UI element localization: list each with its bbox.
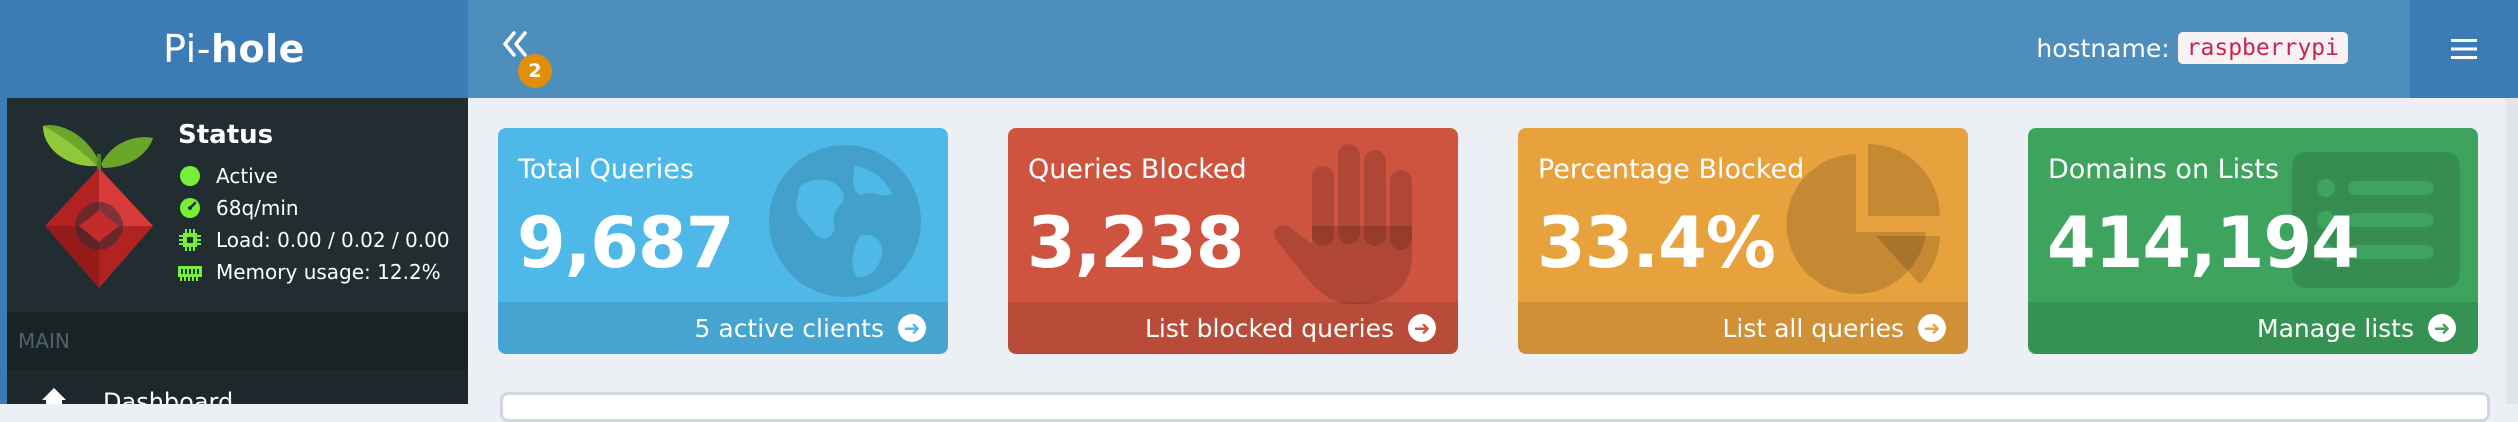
arrow-circle-right-icon: ➜ bbox=[898, 314, 926, 342]
card-footer-text: List blocked queries bbox=[1144, 313, 1394, 343]
home-icon bbox=[41, 386, 67, 404]
sidebar: Status Active 68q/min Load: 0.00 / 0.02 … bbox=[0, 98, 468, 404]
pihole-logo-icon bbox=[43, 125, 153, 288]
brand-prefix: Pi- bbox=[163, 27, 211, 71]
hostname-value: raspberrypi bbox=[2177, 32, 2348, 64]
pie-chart-icon bbox=[1786, 144, 1940, 294]
status-load: Load: 0.00 / 0.02 / 0.00 bbox=[178, 228, 450, 252]
card-footer-link[interactable]: List blocked queries ➜ bbox=[1008, 302, 1458, 354]
content-box bbox=[500, 392, 2490, 422]
status-memory-text: Memory usage: 12.2% bbox=[216, 260, 441, 284]
card-title: Total Queries bbox=[518, 154, 694, 185]
sidebar-item-dashboard[interactable]: Dashboard bbox=[7, 370, 468, 404]
hand-icon bbox=[1273, 144, 1412, 304]
card-footer-link[interactable]: Manage lists ➜ bbox=[2028, 302, 2478, 354]
card-percentage-blocked: Percentage Blocked 33.4% List all querie… bbox=[1518, 128, 1968, 354]
card-domains-on-lists: Domains on Lists 414,194 Manage lists ➜ bbox=[2028, 128, 2478, 354]
card-footer-link[interactable]: List all queries ➜ bbox=[1518, 302, 1968, 354]
status-panel: Status Active 68q/min Load: 0.00 / 0.02 … bbox=[7, 98, 468, 312]
double-chevron-left-icon bbox=[503, 31, 527, 57]
card-queries-blocked: Queries Blocked 3,238 List blocked queri… bbox=[1008, 128, 1458, 354]
brand-logo[interactable]: Pi-hole bbox=[0, 0, 468, 98]
sidebar-section-header: MAIN bbox=[7, 312, 468, 370]
hostname-display: hostname: raspberrypi bbox=[2036, 32, 2348, 64]
card-footer-text: 5 active clients bbox=[694, 313, 884, 343]
status-query-rate-text: 68q/min bbox=[216, 196, 299, 220]
card-total-queries: Total Queries 9,687 5 active clients ➜ bbox=[498, 128, 948, 354]
status-memory: Memory usage: 12.2% bbox=[178, 260, 441, 284]
cpu-chip-icon bbox=[178, 228, 202, 252]
top-navbar: 2 hostname: raspberrypi bbox=[468, 0, 2518, 98]
card-value: 33.4% bbox=[1537, 202, 1776, 284]
arrow-circle-right-icon: ➜ bbox=[1408, 314, 1436, 342]
card-footer-text: Manage lists bbox=[2257, 313, 2414, 343]
status-load-text: Load: 0.00 / 0.02 / 0.00 bbox=[216, 228, 450, 252]
card-title: Percentage Blocked bbox=[1538, 154, 1805, 185]
control-sidebar-button[interactable] bbox=[2410, 0, 2518, 98]
hamburger-menu-icon bbox=[2451, 39, 2477, 59]
sidebar-item-label: Dashboard bbox=[103, 388, 234, 404]
brand-suffix: hole bbox=[210, 27, 305, 71]
green-dot-icon bbox=[178, 164, 202, 188]
card-title: Domains on Lists bbox=[2048, 154, 2279, 185]
page-scrollbar[interactable] bbox=[2506, 98, 2518, 404]
memory-icon bbox=[178, 260, 202, 284]
card-value: 9,687 bbox=[517, 202, 734, 284]
card-value: 3,238 bbox=[1027, 202, 1244, 284]
globe-icon bbox=[769, 145, 921, 297]
status-query-rate: 68q/min bbox=[178, 196, 299, 220]
card-value: 414,194 bbox=[2047, 202, 2360, 284]
status-title: Status bbox=[178, 120, 274, 150]
hostname-label: hostname: bbox=[2036, 33, 2170, 63]
gauge-icon bbox=[178, 196, 202, 220]
card-footer-text: List all queries bbox=[1722, 313, 1904, 343]
card-footer-link[interactable]: 5 active clients ➜ bbox=[498, 302, 948, 354]
status-active-text: Active bbox=[216, 164, 278, 188]
arrow-circle-right-icon: ➜ bbox=[1918, 314, 1946, 342]
arrow-circle-right-icon: ➜ bbox=[2428, 314, 2456, 342]
card-title: Queries Blocked bbox=[1028, 154, 1247, 185]
status-active: Active bbox=[178, 164, 278, 188]
notification-badge[interactable]: 2 bbox=[518, 54, 552, 88]
